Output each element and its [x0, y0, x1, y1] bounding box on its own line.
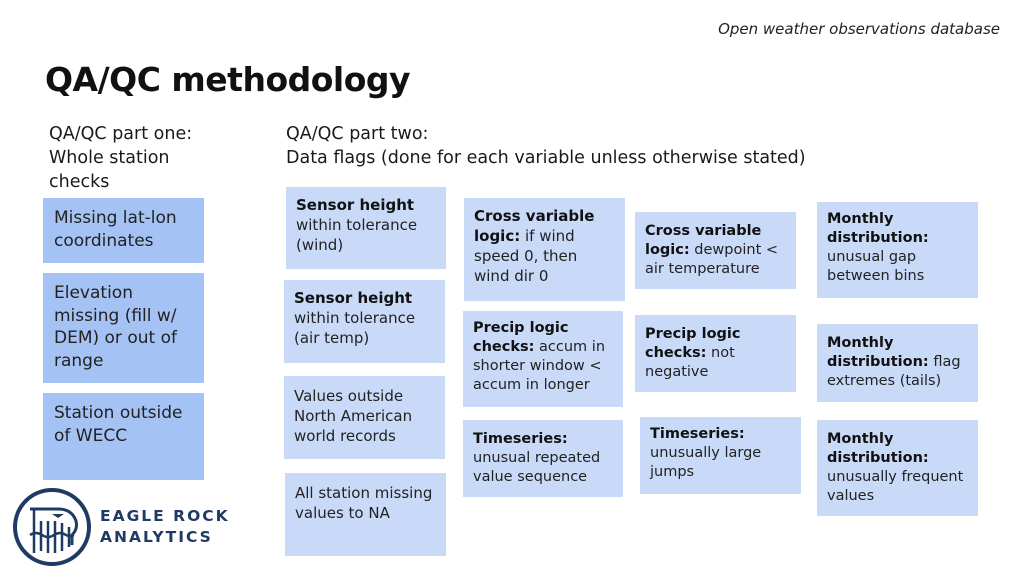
flag-text: unusually large jumps: [650, 445, 762, 480]
part-one-heading: QA/QC part one: Whole station checks: [49, 122, 249, 194]
flag-monthly-extremes: Monthly distribution: flag extremes (tai…: [817, 324, 978, 402]
flag-precip-accum: Precip logic checks: accum in shorter wi…: [463, 311, 623, 407]
page-title: QA/QC methodology: [45, 60, 411, 99]
flag-text: Values outside North American world reco…: [294, 387, 413, 445]
check-text: Missing lat-lon coordinates: [54, 208, 177, 251]
eagle-rock-logo: EAGLE ROCK ANALYTICS: [12, 487, 230, 567]
flag-world-records: Values outside North American world reco…: [284, 376, 445, 459]
flag-bold: Sensor height: [296, 196, 415, 214]
part-one-heading-line2: Whole station: [49, 148, 170, 168]
flag-missing-to-na: All station missing values to NA: [285, 473, 446, 556]
part-two-heading-line2: Data flags (done for each variable unles…: [286, 148, 806, 168]
flag-text: within tolerance (air temp): [294, 309, 416, 347]
flag-text: within tolerance (wind): [296, 216, 418, 254]
flag-bold: Timeseries:: [473, 431, 568, 447]
logo-line1: EAGLE ROCK: [100, 507, 230, 525]
deck-subtitle: Open weather observations database: [718, 20, 1000, 38]
flag-bold: Monthly distribution:: [827, 211, 929, 246]
flag-bold: Sensor height: [294, 289, 413, 307]
flag-text: unusually frequent values: [827, 469, 964, 504]
logo-text: EAGLE ROCK ANALYTICS: [100, 506, 230, 548]
flag-cross-variable-dewpoint: Cross variable logic: dewpoint < air tem…: [635, 212, 796, 289]
flag-bold: Monthly distribution:: [827, 431, 929, 466]
flag-bold: Monthly distribution:: [827, 335, 929, 370]
check-elevation: Elevation missing (fill w/ DEM) or out o…: [43, 273, 204, 383]
part-two-heading-line1: QA/QC part two:: [286, 124, 429, 144]
flag-text: unusual repeated value sequence: [473, 450, 601, 485]
check-text: Station outside of WECC: [54, 403, 183, 446]
flag-precip-negative: Precip logic checks: not negative: [635, 315, 796, 392]
flag-monthly-gap: Monthly distribution: unusual gap betwee…: [817, 202, 978, 298]
part-two-heading: QA/QC part two: Data flags (done for eac…: [286, 122, 986, 170]
flag-timeseries-repeated: Timeseries: unusual repeated value seque…: [463, 420, 623, 497]
flag-cross-variable-wind: Cross variable logic: if wind speed 0, t…: [464, 198, 625, 301]
eagle-emblem-icon: [13, 488, 91, 566]
part-one-heading-line3: checks: [49, 172, 110, 192]
logo-line2: ANALYTICS: [100, 528, 213, 546]
check-outside-wecc: Station outside of WECC: [43, 393, 204, 480]
flag-sensor-height-air-temp: Sensor height within tolerance (air temp…: [284, 280, 445, 363]
flag-text: All station missing values to NA: [295, 484, 433, 522]
flag-sensor-height-wind: Sensor height within tolerance (wind): [286, 187, 446, 269]
check-text: Elevation missing (fill w/ DEM) or out o…: [54, 283, 177, 371]
flag-timeseries-jumps: Timeseries: unusually large jumps: [640, 417, 801, 494]
check-missing-lat-lon: Missing lat-lon coordinates: [43, 198, 204, 263]
flag-text: unusual gap between bins: [827, 249, 925, 284]
part-one-heading-line1: QA/QC part one:: [49, 124, 193, 144]
flag-bold: Timeseries:: [650, 426, 745, 442]
flag-monthly-frequent: Monthly distribution: unusually frequent…: [817, 420, 978, 516]
